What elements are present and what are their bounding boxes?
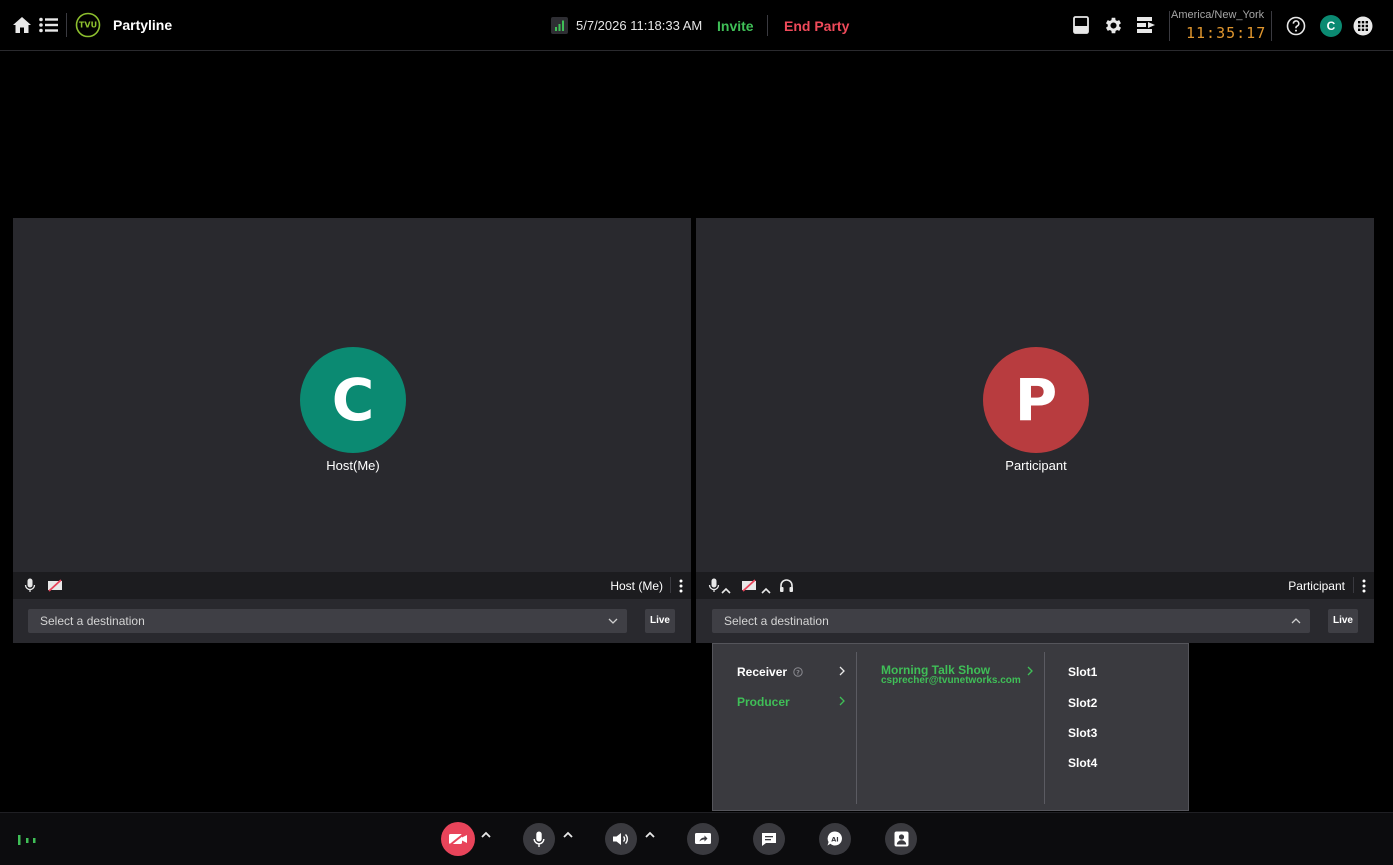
divider [1169,11,1170,41]
video-tile-participant: P Participant Participant Select a desti… [696,218,1374,643]
menu-item-receiver-label: Receiver [737,665,788,679]
destination-dropdown-menu: Receiver ? Producer Morning Talk Show cs… [712,643,1189,811]
menu-list-icon[interactable] [39,15,59,35]
user-avatar[interactable]: C [1320,15,1342,37]
party-datetime: 5/7/2026 11:18:33 AM [576,18,703,33]
divider [767,15,768,36]
host-footer-label: Host (Me) [610,579,663,593]
audio-level-icon [18,833,38,845]
chevron-up-icon[interactable] [481,831,491,838]
divider [1353,577,1354,593]
slot-item[interactable]: Slot1 [1068,665,1097,679]
ai-assistant-button[interactable]: AI [819,823,851,855]
host-avatar: C [300,347,406,453]
menu-item-producer[interactable]: Producer [737,695,790,709]
slot-item[interactable]: Slot2 [1068,696,1097,710]
destination-select[interactable]: Select a destination [28,609,627,633]
producer-item-morning-talk-show[interactable]: Morning Talk Show csprecher@tvunetworks.… [881,664,1041,686]
video-tile-host: C Host(Me) Host (Me) Select a destinatio… [13,218,691,643]
bottom-toolbar: AI [0,812,1393,865]
participants-button[interactable] [885,823,917,855]
slot-item[interactable]: Slot4 [1068,756,1097,770]
divider [66,13,67,37]
camera-toggle-button[interactable] [441,822,475,856]
menu-column-divider [1044,652,1045,804]
help-icon: ? [793,667,804,677]
menu-item-receiver[interactable]: Receiver ? [737,665,804,679]
host-destination-bar: Select a destination Live [13,599,691,643]
clock-display: 11:35:17 [1186,24,1267,42]
participant-footer-label: Participant [1288,579,1345,593]
screen-share-icon [695,833,711,844]
speaker-volume-icon [613,833,628,845]
menu-column-divider [856,652,857,804]
signal-strength-icon [551,17,568,34]
camera-off-icon[interactable] [741,579,757,592]
destination-select-placeholder: Select a destination [40,614,145,628]
participant-destination-bar: Select a destination Live [696,599,1374,643]
output-route-icon[interactable] [1135,16,1156,34]
headphones-icon[interactable] [779,578,794,593]
svg-text:?: ? [797,669,801,677]
chat-button[interactable] [753,823,785,855]
participant-avatar: P [983,347,1089,453]
participant-name: Participant [1005,458,1067,473]
host-control-bar: Host (Me) [13,572,691,599]
ai-chat-icon: AI [827,831,842,846]
timezone-label: America/New_York [1171,9,1265,21]
microphone-button[interactable] [523,823,555,855]
more-options-icon[interactable] [1362,579,1366,593]
invite-button[interactable]: Invite [717,18,754,34]
chat-icon [762,832,776,846]
microphone-icon[interactable] [708,578,720,593]
chevron-up-icon[interactable] [721,581,731,594]
microphone-icon [533,831,545,847]
camera-off-icon[interactable] [47,579,63,592]
chevron-up-icon [1291,618,1301,624]
app-title: Partyline [113,17,173,33]
chevron-right-icon [1027,666,1033,676]
camera-off-icon [449,832,467,846]
layout-icon[interactable] [1073,16,1089,34]
chevron-up-icon[interactable] [761,581,771,594]
contact-card-icon [894,831,908,847]
divider [1271,11,1272,41]
producer-email: csprecher@tvunetworks.com [881,675,1021,686]
tvu-logo-text: TVU [79,21,97,30]
live-button[interactable]: Live [645,609,675,633]
host-name: Host(Me) [326,458,380,473]
live-button[interactable]: Live [1328,609,1358,633]
slot-item[interactable]: Slot3 [1068,726,1097,740]
destination-select[interactable]: Select a destination [712,609,1310,633]
help-icon[interactable] [1286,16,1306,36]
participant-control-bar: Participant [696,572,1374,599]
top-bar: TVU Partyline 5/7/2026 11:18:33 AM Invit… [0,0,1393,51]
home-icon[interactable] [12,15,32,35]
svg-text:AI: AI [831,836,838,844]
apps-grid-icon[interactable] [1353,16,1373,36]
screen-share-button[interactable] [687,823,719,855]
end-party-button[interactable]: End Party [784,18,849,34]
speaker-button[interactable] [605,823,637,855]
microphone-icon[interactable] [24,578,36,593]
destination-select-placeholder: Select a destination [724,614,829,628]
settings-gear-icon[interactable] [1103,15,1124,36]
chevron-up-icon[interactable] [563,831,573,838]
more-options-icon[interactable] [679,579,683,593]
chevron-up-icon[interactable] [645,831,655,838]
chevron-right-icon [839,666,845,676]
divider [670,577,671,593]
tvu-logo: TVU [75,12,101,38]
chevron-down-icon [608,618,618,624]
chevron-right-icon [839,696,845,706]
